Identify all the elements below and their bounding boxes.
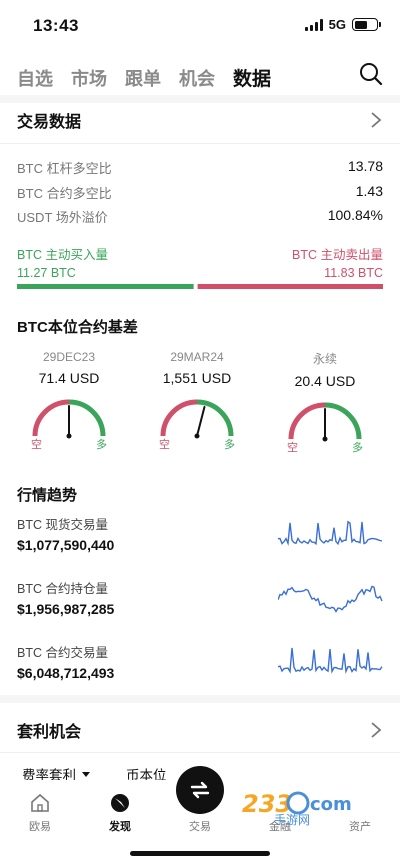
svg-text:com: com [310,794,352,815]
search-icon[interactable] [358,61,384,87]
gauge-short-label: 空 [31,439,42,451]
sell-volume-value: 11.83 BTC [324,266,383,280]
home-icon [31,793,49,812]
gauge-dial [288,402,362,442]
nav-discover[interactable]: 发现 [90,792,150,834]
stat-value: 1.43 [355,183,383,199]
arbitrage-title: 套利机会 [17,724,82,741]
gauge-long-label: 多 [224,439,235,451]
stat-label: BTC 杠杆多空比 [17,161,112,176]
svg-text:手游网: 手游网 [274,813,310,826]
stat-row: USDT 场外溢价 100.84% [17,207,383,226]
trend-row[interactable]: BTC 现货交易量 $1,077,590,440 [17,514,383,554]
divider [0,752,400,753]
section-divider [0,95,400,103]
trend-title: 行情趋势 [17,487,78,504]
gauge-label: 29MAR24 [170,350,224,364]
chevron-right-icon[interactable] [369,111,383,129]
basis-gauge: 永续 20.4 USD 空 多 [270,350,380,455]
status-time: 13:43 [33,16,79,35]
sell-volume-label: BTC 主动卖出量 [292,248,383,262]
swap-icon [190,781,210,799]
basis-gauge: 29MAR24 1,551 USD 空 多 [142,350,252,452]
tab-watchlist[interactable]: 自选 [17,65,53,91]
tab-copy-trading[interactable]: 跟单 [125,65,161,91]
gauge-value: 1,551 USD [162,370,232,386]
top-tabs: 自选 市场 跟单 机会 数据 [17,64,271,91]
buy-volume-label: BTC 主动买入量 [17,248,108,262]
network-label: 5G [328,17,346,32]
stat-row: BTC 杠杆多空比 13.78 [17,158,383,177]
gauge-needle [196,405,206,437]
discover-icon [111,794,129,812]
sparkline [278,647,383,674]
sparkline [278,585,383,613]
stat-label: BTC 合约多空比 [17,186,112,201]
gauge-dial [32,399,106,439]
divider [0,143,400,144]
gauge-short-label: 空 [287,442,298,454]
stat-value: 100.84% [327,207,383,223]
tab-data[interactable]: 数据 [233,64,271,91]
arbitrage-header[interactable]: 套利机会 [17,718,383,742]
gauge-label: 29DEC23 [42,350,96,364]
gauge-value: 20.4 USD [294,373,356,389]
gauge-label: 永续 [312,352,337,366]
gauge-dial [160,399,234,439]
tab-opportunities[interactable]: 机会 [179,65,215,91]
gauge-value: 71.4 USD [38,370,100,386]
stat-label: USDT 场外溢价 [17,210,108,225]
gauge-long-label: 多 [352,442,363,454]
sparkline [278,520,383,546]
trade-button[interactable] [176,766,224,814]
nav-label: 交易 [189,821,211,833]
trading-data-title: 交易数据 [17,114,82,131]
trend-row[interactable]: BTC 合约持仓量 $1,956,987,285 [17,578,383,618]
nav-label: 欧易 [29,821,51,833]
basis-gauge: 29DEC23 71.4 USD 空 多 [14,350,124,452]
nav-okx[interactable]: 欧易 [10,792,70,834]
chevron-right-icon[interactable] [369,721,383,739]
trend-row[interactable]: BTC 合约交易量 $6,048,712,493 [17,642,383,682]
nav-trade[interactable]: 交易 [170,818,230,834]
section-divider [0,695,400,703]
trading-data-header[interactable]: 交易数据 [17,108,383,132]
tab-market[interactable]: 市场 [71,65,107,91]
status-bar: 13:43 5G [0,0,400,50]
nav-label: 发现 [109,821,131,833]
sell-volume: BTC 主动卖出量 11.83 BTC [292,246,383,282]
buy-segment [17,284,194,289]
gauge-long-label: 多 [96,439,107,451]
buy-volume-value: 11.27 BTC [17,266,76,280]
stat-row: BTC 合约多空比 1.43 [17,183,383,202]
battery-icon [352,18,381,31]
buy-volume: BTC 主动买入量 11.27 BTC [17,246,108,282]
gauge-short-label: 空 [159,439,170,451]
status-indicators: 5G [304,17,381,32]
basis-title: BTC本位合约基差 [17,319,138,336]
sell-segment [197,284,383,289]
watermark-logo: 233 com 手游网 [242,790,352,826]
signal-icon [304,18,323,31]
home-indicator [130,851,270,856]
stat-value: 13.78 [347,158,383,174]
buy-sell-ratio-bar [17,284,383,289]
caret-down-icon [82,771,90,777]
